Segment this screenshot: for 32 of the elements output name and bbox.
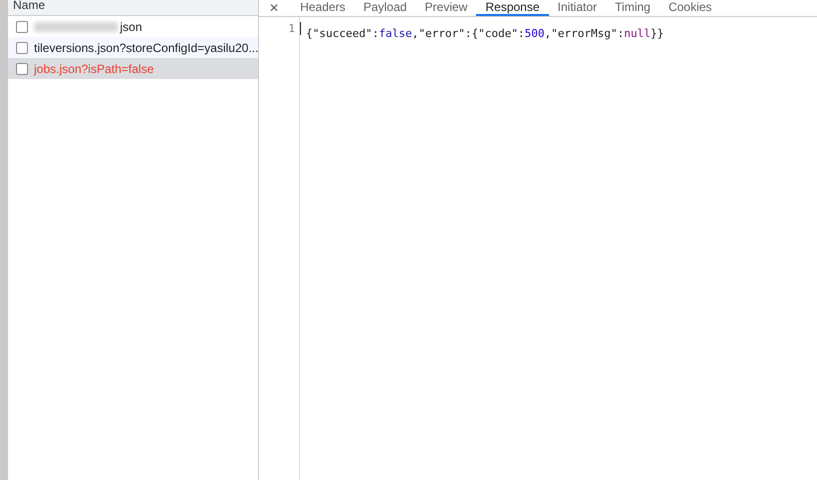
tab[interactable]: Cookies <box>659 0 721 16</box>
tab[interactable]: Response <box>476 0 549 16</box>
checkbox[interactable] <box>16 62 28 74</box>
code-token: "code" <box>478 27 518 40</box>
code-token: : <box>617 27 624 40</box>
request-row[interactable]: tileversions.json?storeConfigId=yasilu20... <box>8 37 258 58</box>
code-token: : <box>518 27 525 40</box>
tab[interactable]: Timing <box>606 0 660 16</box>
tab[interactable]: Payload <box>354 0 416 16</box>
close-icon[interactable]: ✕ <box>269 1 280 15</box>
code-token: :{ <box>464 27 478 40</box>
code-token: null <box>624 27 650 40</box>
checkbox[interactable] <box>16 20 28 32</box>
request-name: jobs.json?isPath=false <box>34 62 154 76</box>
request-name: tileversions.json?storeConfigId=yasilu20... <box>34 40 258 54</box>
checkbox[interactable] <box>16 42 28 54</box>
code-token: "errorMsg" <box>551 27 618 40</box>
column-header[interactable]: Name <box>13 0 46 15</box>
tab[interactable]: Preview <box>416 0 476 16</box>
code-token: 500 <box>524 27 544 40</box>
line-number: 1 <box>287 22 296 35</box>
code-token: , <box>544 27 552 40</box>
tab[interactable]: Headers <box>291 0 354 16</box>
request-name: json <box>120 20 142 34</box>
code-token: "succeed" <box>312 27 372 40</box>
tab[interactable]: Initiator <box>548 0 606 16</box>
code-token: "error" <box>418 27 465 40</box>
code-token: , <box>412 27 419 40</box>
code-token: }} <box>650 27 664 40</box>
code-token: : <box>372 27 379 40</box>
code-token: { <box>306 27 313 40</box>
code-token: false <box>378 27 412 40</box>
